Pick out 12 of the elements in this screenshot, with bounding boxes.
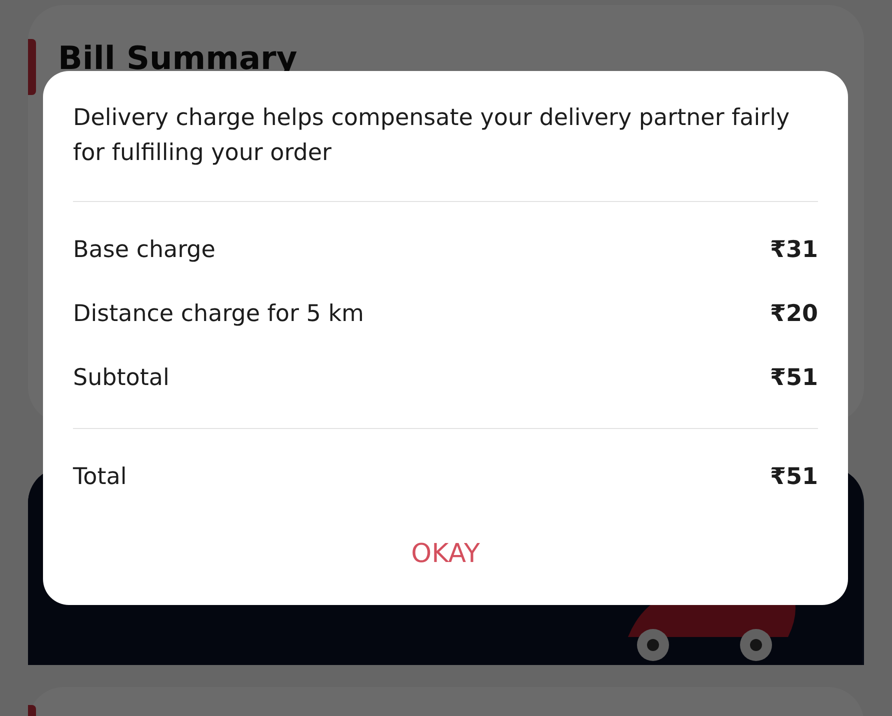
charge-label: Subtotal <box>73 364 170 393</box>
total-amount: ₹51 <box>770 463 818 492</box>
charge-amount: ₹51 <box>770 364 818 393</box>
section-title: Bill Summary <box>58 39 298 77</box>
okay-button[interactable]: OKAY <box>399 535 492 573</box>
charge-amount: ₹20 <box>770 300 818 329</box>
charge-amount: ₹31 <box>770 236 818 265</box>
dialog-message: Delivery charge helps compensate your delivery partner fairly for fulfilling your order <box>73 104 791 168</box>
accent-bar <box>28 39 36 95</box>
charge-label: Distance charge for 5 km <box>73 300 364 329</box>
charge-label: Base charge <box>73 236 216 265</box>
total-label: Total <box>73 463 127 492</box>
